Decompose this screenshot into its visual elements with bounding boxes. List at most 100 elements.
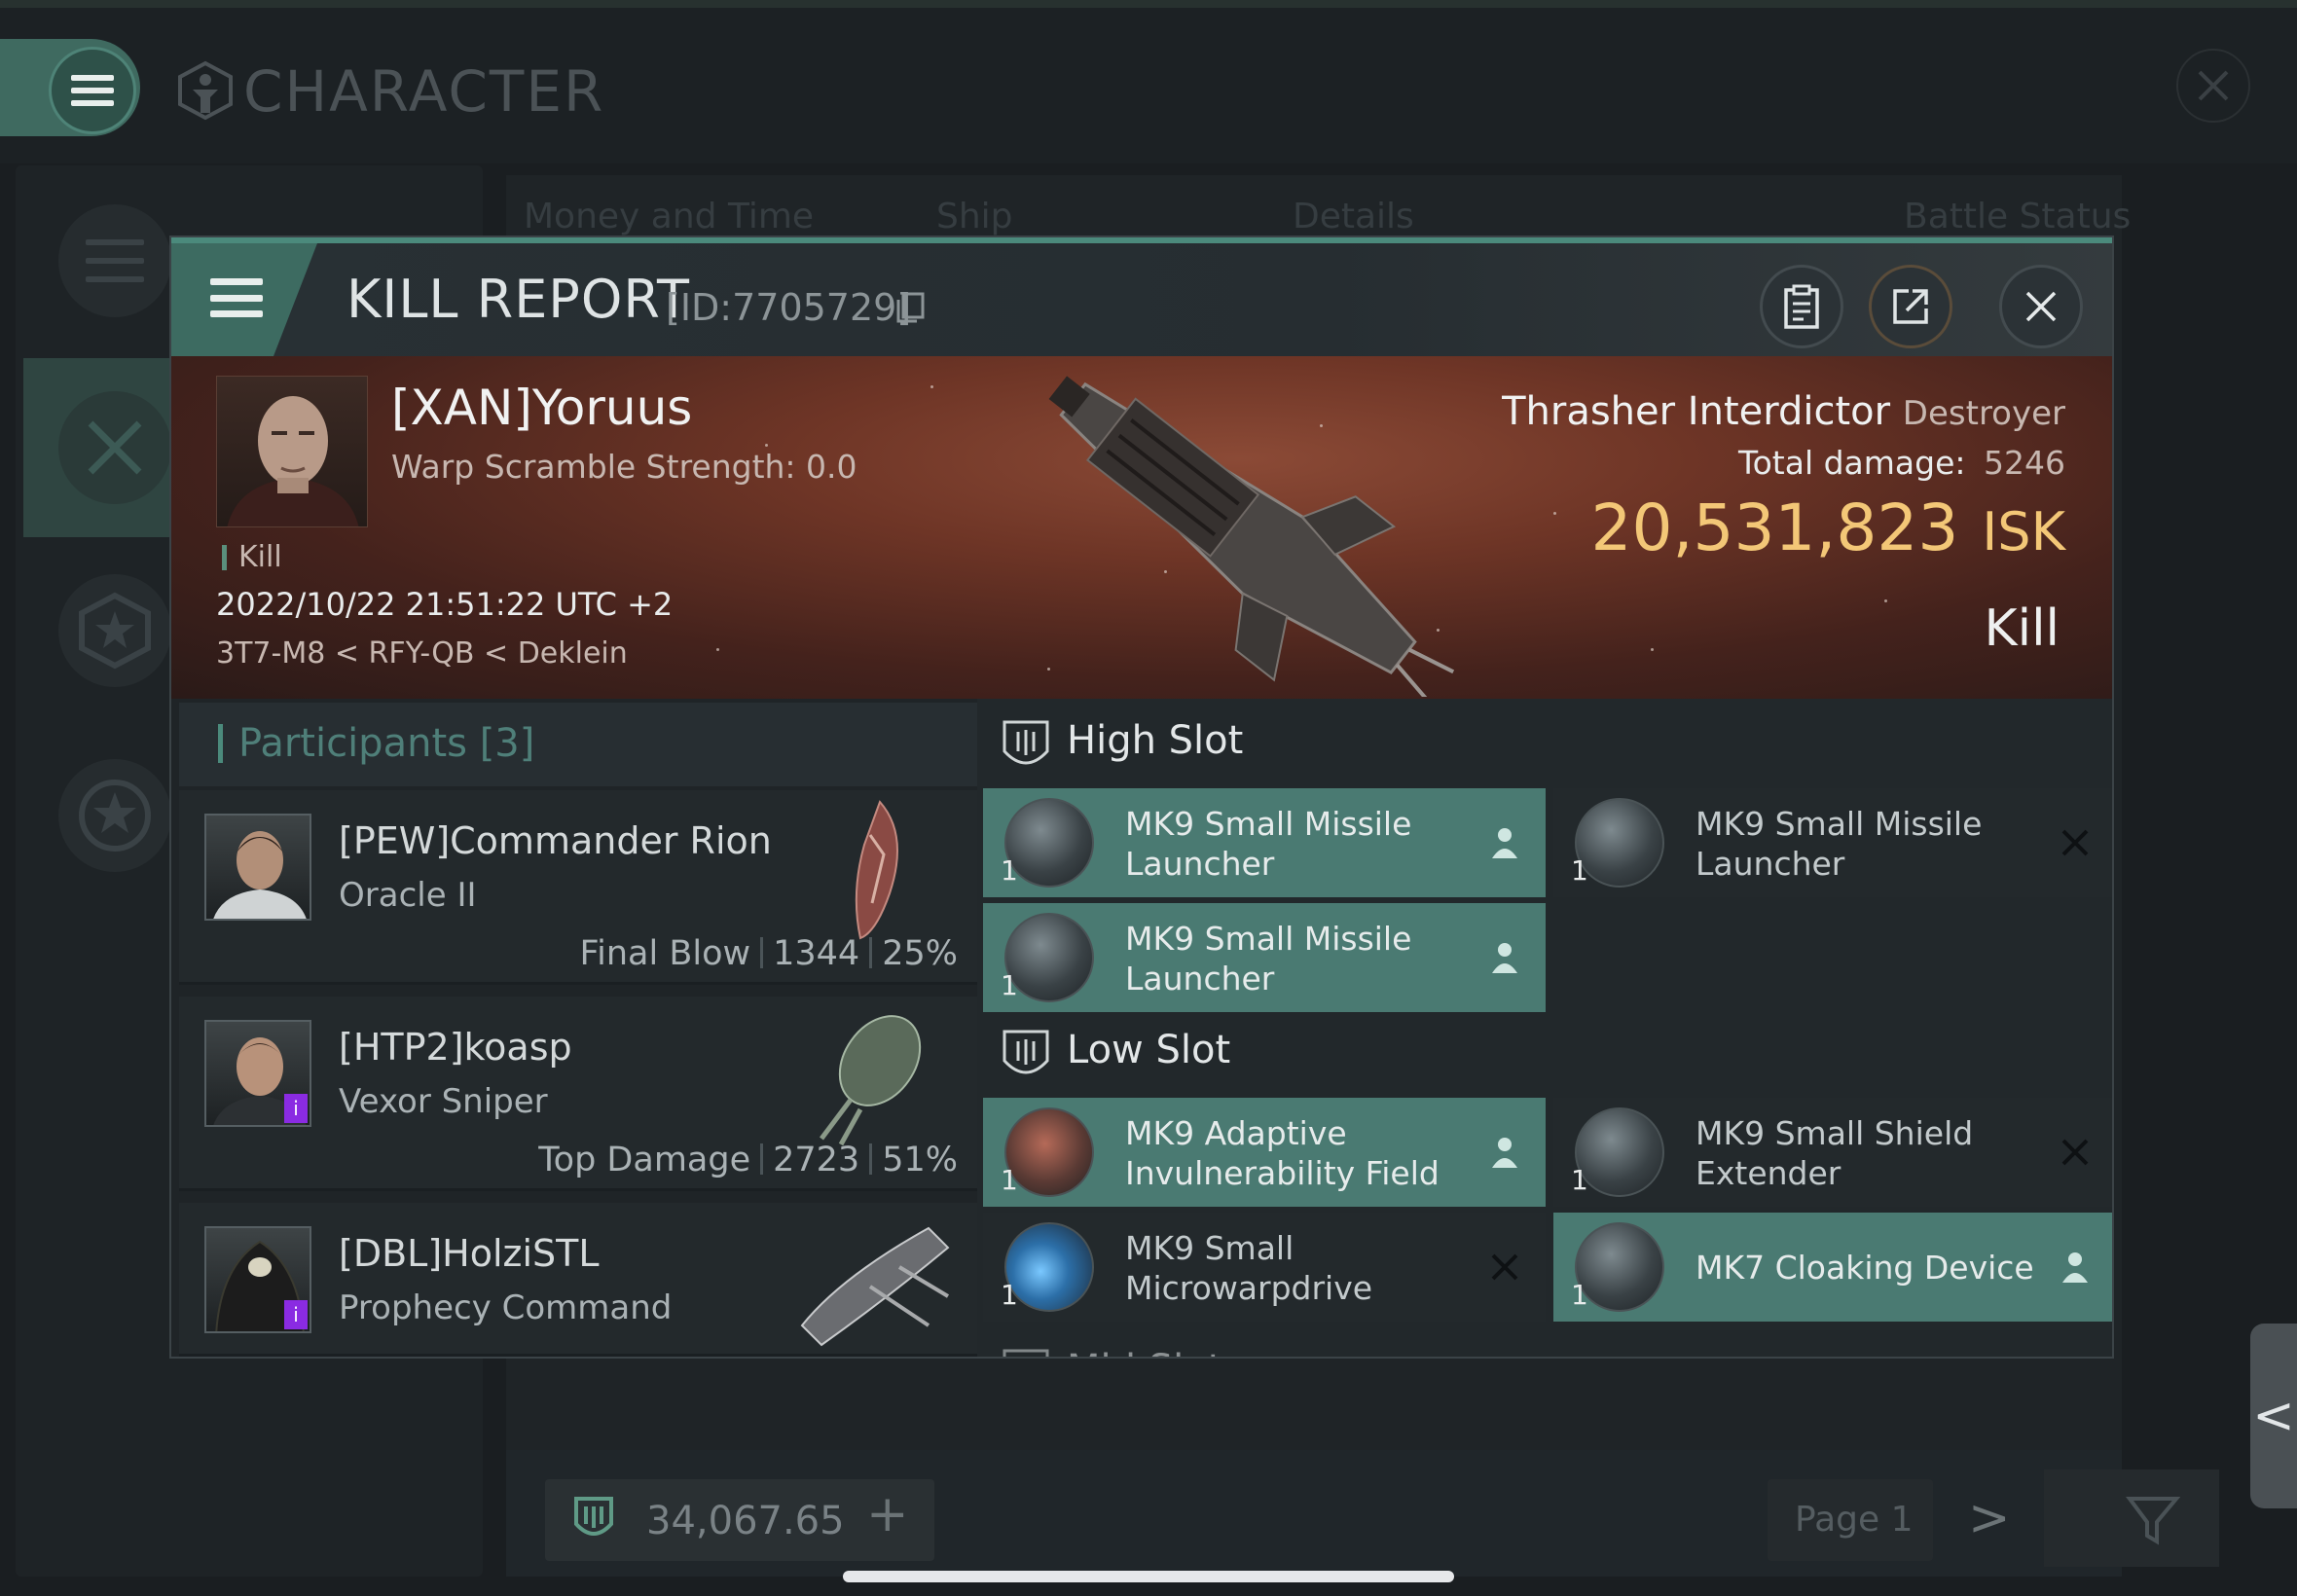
side-nav-rank-button[interactable] [58,759,171,872]
participants-panel: Participants [3] [PEW]Commander Rion Ora… [171,699,977,1357]
participant-row[interactable]: i [DBL]HolziSTL Prophecy Command [179,1203,977,1357]
victim-ship-name[interactable]: Thrasher Interdictor Destroyer [1502,389,2065,434]
participant-ship-image [855,800,898,940]
participant-badge: i [284,1094,308,1123]
module-quantity: 1 [1571,854,1588,887]
participant-damage: 1344 [773,934,860,973]
module-quantity: 1 [1001,1279,1018,1311]
module-quantity: 1 [1571,1279,1588,1311]
clipboard-button[interactable] [1760,265,1843,348]
tab-ship[interactable]: Ship [936,197,1013,236]
pilot-avatar-icon [213,831,307,919]
module-item[interactable]: 1 MK7 Cloaking Device [1553,1213,2112,1322]
participant-percent: 51% [882,1141,958,1179]
module-item[interactable]: 1 MK9 Adaptive Invulnerability Field [983,1098,1546,1207]
participant-ship: Vexor Sniper [339,1082,548,1121]
victim-name[interactable]: [XAN]Yoruus [391,380,692,436]
dropped-person-icon [1492,1138,1517,1168]
pilot-avatar-icon [227,396,359,526]
kill-tag: Kill [222,543,282,572]
module-name: MK9 Small Shield Extender [1695,1114,1974,1192]
participant-damage: 2723 [773,1141,860,1179]
module-item[interactable]: 1 MK9 Small Microwarpdrive [983,1213,1546,1322]
close-icon [2025,291,2057,322]
tab-money-time[interactable]: Money and Time [524,197,814,236]
page-title: CHARACTER [243,58,605,125]
kill-location[interactable]: 3T7-M8 < RFY-QB < Deklein [216,636,628,671]
module-quantity: 1 [1001,854,1018,887]
module-name: MK7 Cloaking Device [1695,1249,2034,1287]
close-icon [2198,70,2229,101]
module-item[interactable]: 1 MK9 Small Missile Launcher [983,903,1546,1012]
hamburger-icon [71,75,114,106]
result-label: Kill [1984,599,2060,658]
dropped-person-icon [1492,943,1517,973]
module-quantity: 1 [1001,1164,1018,1196]
wallet-icon [574,1497,613,1536]
total-damage: Total damage: 5246 [1738,444,2065,482]
fitting-panel: High Slot 1 MK9 Small Missile Launcher 1… [977,699,2112,1357]
participant-portrait: i [204,1226,311,1333]
isk-value: 20,531,823 ISK [1590,490,2065,565]
character-icon [178,60,233,121]
close-report-button[interactable] [1999,265,2083,348]
participant-ship-image [800,1226,950,1347]
top-bar [0,0,2297,8]
participant-row[interactable]: [PEW]Commander Rion Oracle II Final Blow… [179,790,977,985]
app-close-button[interactable] [2176,49,2250,123]
mid-slot-icon [1003,1349,1049,1357]
high-slot-icon [1003,720,1049,765]
copy-id-icon[interactable] [895,292,925,323]
module-item[interactable]: 1 MK9 Small Shield Extender [1553,1098,2112,1207]
low-slot-header: Low Slot [977,1008,2112,1098]
star-medal-icon [79,592,151,670]
module-name: MK9 Adaptive Invulnerability Field [1125,1114,1440,1192]
participant-name: [PEW]Commander Rion [339,819,772,862]
isk-amount: 20,531,823 [1590,490,1959,565]
kill-report-title: KILL REPORT [346,269,690,330]
low-slot-title: Low Slot [1067,1028,1231,1072]
dropped-person-icon [2062,1252,2088,1283]
crossed-swords-icon [88,420,142,475]
module-name: MK9 Small Missile Launcher [1125,920,1412,998]
tab-details[interactable]: Details [1293,197,1414,236]
destroyed-x-icon [2061,1139,2089,1166]
filter-button[interactable] [2044,1469,2219,1567]
participant-badge: i [284,1300,308,1329]
participants-label: Participants [238,721,467,766]
participants-count: [3] [479,721,535,766]
dropped-person-icon [1492,828,1517,858]
module-quantity: 1 [1001,969,1018,1001]
participant-row[interactable]: i [HTP2]koasp Vexor Sniper Top Damage 272… [179,997,977,1191]
kill-report-header: KILL REPORT [ID:7705729] [171,237,2112,356]
share-icon [1893,289,1928,324]
participants-title: Participants [3] [218,724,534,763]
victim-banner: [XAN]Yoruus Warp Scramble Strength: 0.0 … [171,356,2112,699]
module-quantity: 1 [1571,1164,1588,1196]
kill-report-id: [ID:7705729] [666,286,912,329]
report-menu-button[interactable] [171,243,317,356]
main-menu-button[interactable] [49,47,136,134]
page-indicator: Page 1 [1795,1500,1914,1540]
next-page-button[interactable]: > [1968,1489,2011,1547]
wallet-add-button[interactable]: + [866,1485,909,1543]
side-nav-list-button[interactable] [58,204,171,317]
victim-portrait[interactable] [216,376,368,527]
participant-role: Final Blow [579,934,751,973]
side-nav-medal-button[interactable] [58,574,171,687]
share-button[interactable] [1869,265,1952,348]
module-item[interactable]: 1 MK9 Small Missile Launcher [1553,788,2112,897]
ship-class: Destroyer [1902,394,2065,433]
participant-ship: Oracle II [339,876,477,915]
module-item[interactable]: 1 MK9 Small Missile Launcher [983,788,1546,897]
star-badge-icon [79,780,151,852]
participant-stats: Final Blow 1344 25% [580,934,958,973]
tab-battle-status[interactable]: Battle Status [1904,197,2131,236]
participant-role: Top Damage [538,1141,751,1179]
victim-ship-image [1048,376,1455,697]
hamburger-icon [210,278,263,317]
destroyed-x-icon [2061,829,2089,856]
list-icon [86,239,144,282]
side-nav-combat-button[interactable] [58,391,171,504]
side-drawer-handle[interactable]: < [2250,1324,2297,1508]
